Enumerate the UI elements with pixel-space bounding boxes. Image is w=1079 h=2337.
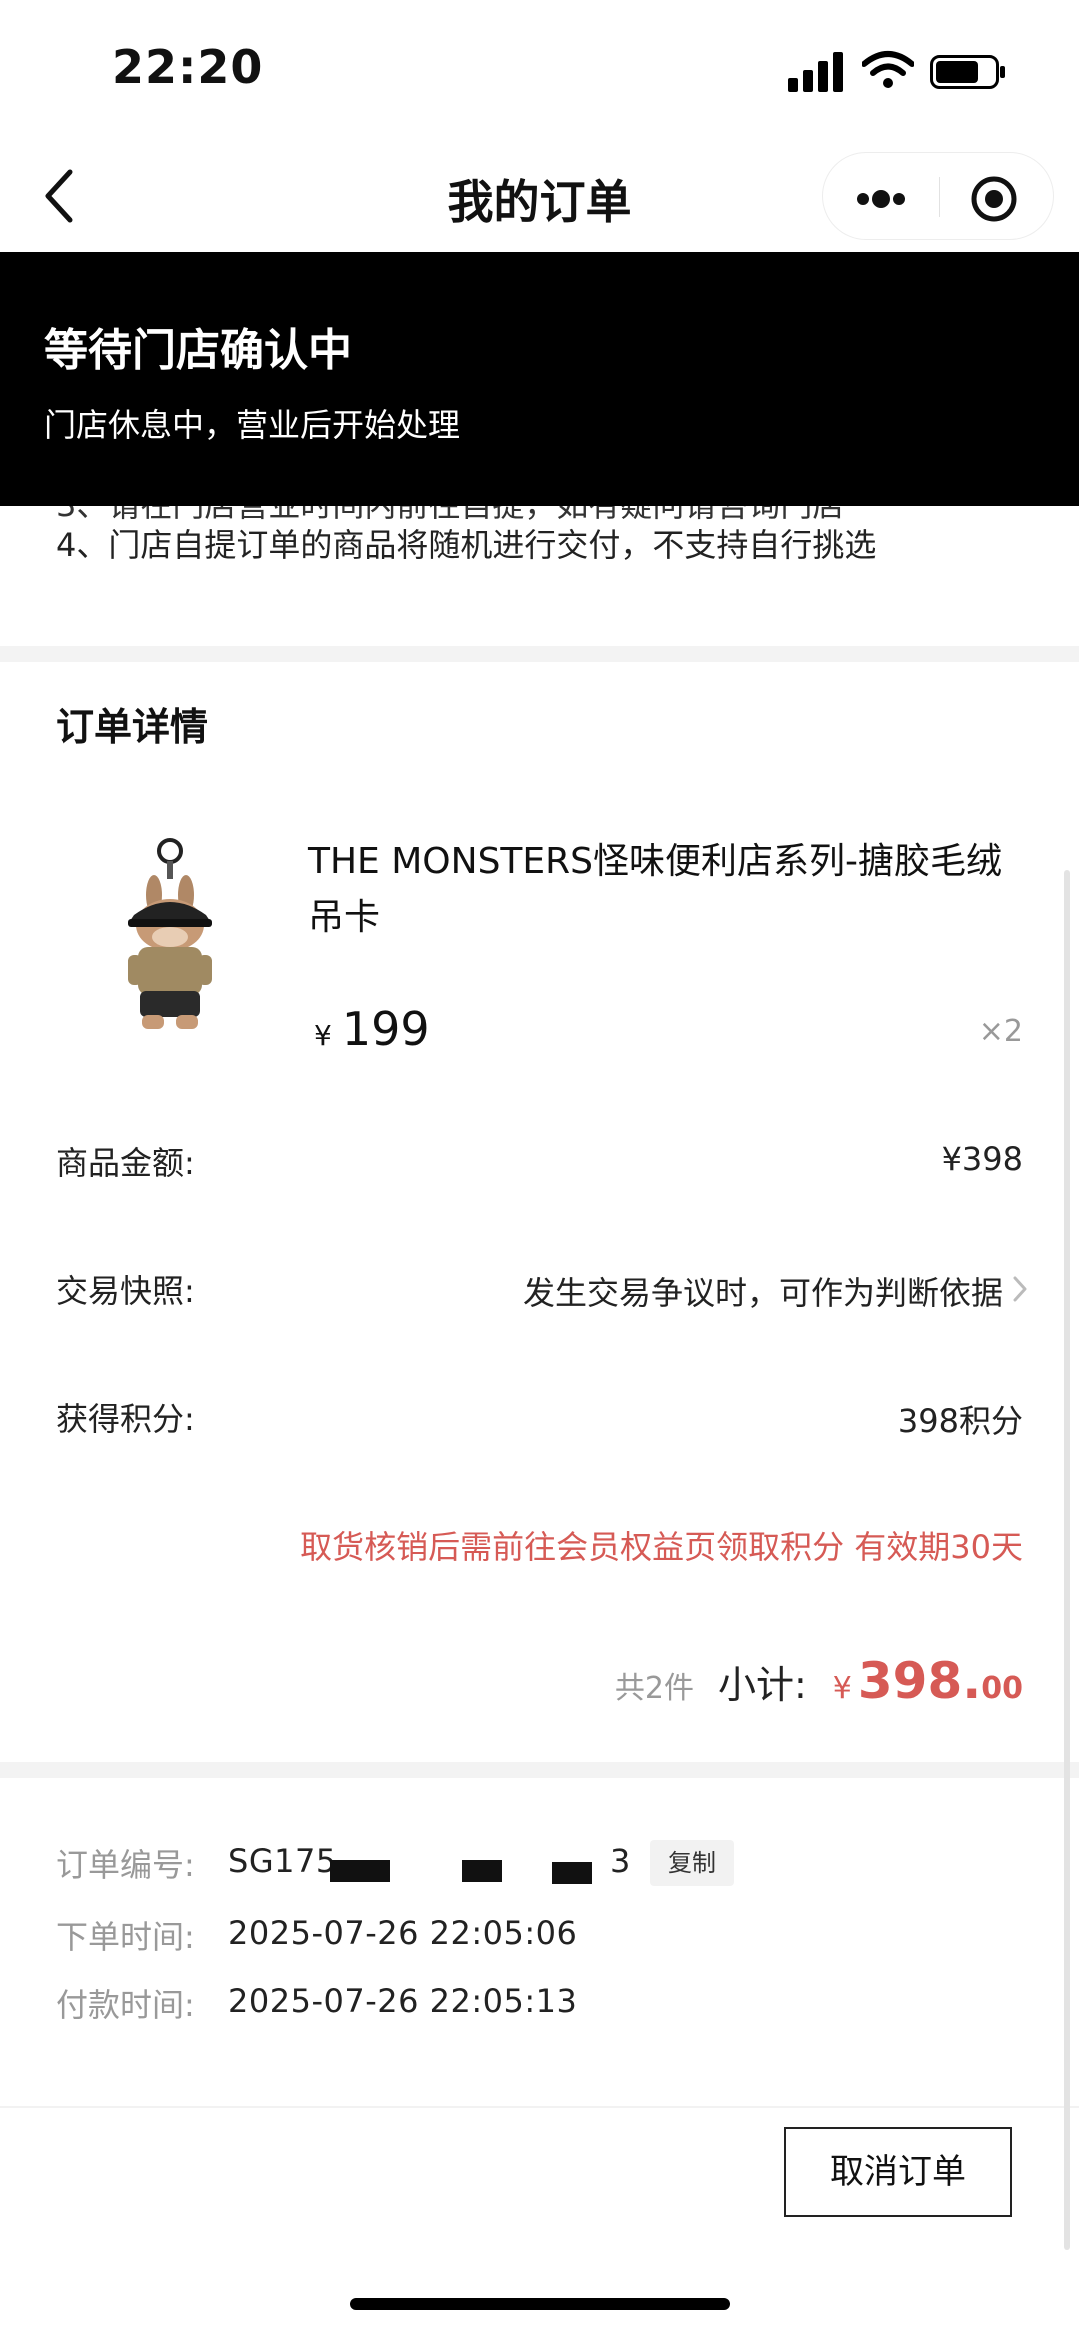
- order-detail-card: 订单详情 THE MONSTERS怪味便利店系列-搪胶毛绒吊卡 ¥199 ×2: [0, 662, 1079, 1762]
- pickup-notice: 3、请在门店营业时间内前往自提，如有疑问请咨询门店 4、门店自提订单的商品将随机…: [0, 506, 1079, 646]
- product-price: ¥199: [314, 1002, 430, 1056]
- product-image[interactable]: [98, 837, 238, 1037]
- points-value: 398积分: [897, 1402, 1023, 1440]
- order-summary: 共2件 小计: ¥ 398. 00: [615, 1652, 1023, 1712]
- subtotal-integer: 398.: [857, 1652, 982, 1710]
- battery-icon: [930, 55, 1005, 89]
- redaction-mask: [330, 1860, 390, 1882]
- order-number-label: 订单编号:: [56, 1846, 195, 1884]
- pay-time-value: 2025-07-26 22:05:13: [228, 1982, 578, 2020]
- snapshot-link[interactable]: 发生交易争议时，可作为判断依据: [523, 1268, 1003, 1314]
- pay-time-label: 付款时间:: [56, 1986, 195, 2024]
- order-time-label: 下单时间:: [56, 1918, 195, 1956]
- order-time-value: 2025-07-26 22:05:06: [228, 1914, 578, 1952]
- order-meta-card: 订单编号: SG175 3 复制 下单时间: 2025-07-26 22:05:…: [0, 1778, 1079, 2108]
- wifi-icon: [862, 51, 914, 88]
- copy-button[interactable]: 复制: [650, 1840, 734, 1886]
- section-gap: [0, 646, 1079, 662]
- status-subtitle: 门店休息中，营业后开始处理: [44, 406, 461, 444]
- price-value: 199: [341, 1002, 430, 1056]
- amount-value: ¥398: [941, 1140, 1023, 1178]
- order-status-banner: 等待门店确认中 门店休息中，营业后开始处理: [0, 252, 1079, 506]
- status-title: 等待门店确认中: [44, 325, 352, 376]
- redaction-mask: [462, 1860, 502, 1882]
- redaction-mask: [552, 1862, 592, 1884]
- order-number-suffix: 3: [610, 1842, 631, 1880]
- cancel-order-button[interactable]: 取消订单: [784, 2127, 1012, 2217]
- item-count: 共2件: [614, 1671, 694, 1706]
- status-time: 22:20: [112, 40, 264, 94]
- snapshot-label: 交易快照:: [56, 1272, 195, 1310]
- chevron-right-icon[interactable]: [1011, 1274, 1029, 1304]
- subtotal-label: 小计:: [717, 1663, 807, 1707]
- points-note: 取货核销后需前往会员权益页领取积分 有效期30天: [300, 1528, 1023, 1566]
- order-detail-title: 订单详情: [56, 705, 209, 749]
- subtotal-currency: ¥: [832, 1671, 852, 1706]
- more-dots-icon[interactable]: [823, 153, 939, 241]
- home-indicator[interactable]: [350, 2298, 730, 2310]
- target-close-icon[interactable]: [940, 153, 1055, 241]
- section-gap: [0, 1762, 1079, 1778]
- amount-label: 商品金额:: [56, 1144, 195, 1182]
- points-label: 获得积分:: [56, 1400, 195, 1438]
- product-quantity: ×2: [978, 1014, 1023, 1049]
- price-currency: ¥: [314, 1019, 332, 1052]
- scrollbar[interactable]: [1064, 870, 1070, 2250]
- product-name[interactable]: THE MONSTERS怪味便利店系列-搪胶毛绒吊卡: [308, 834, 1028, 946]
- notice-line-4: 4、门店自提订单的商品将随机进行交付，不支持自行挑选: [56, 526, 877, 564]
- nav-bar: 我的订单: [0, 140, 1079, 252]
- subtotal-decimal: 00: [981, 1671, 1023, 1706]
- mini-program-capsule: [822, 152, 1054, 240]
- cellular-signal-icon: [788, 52, 843, 92]
- order-number-prefix: SG175: [228, 1842, 337, 1880]
- status-bar: 22:20: [0, 0, 1079, 140]
